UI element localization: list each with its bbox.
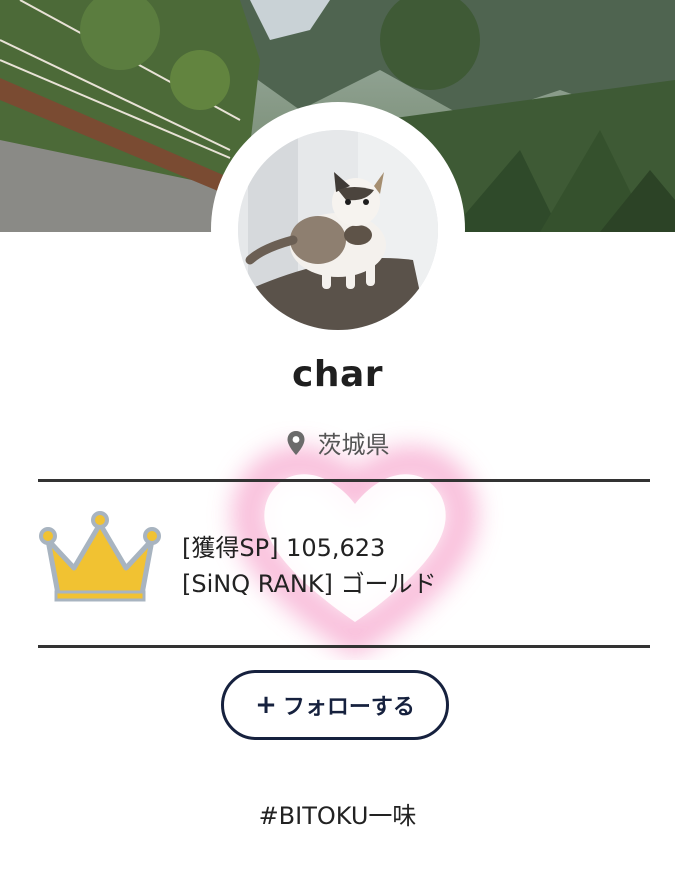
- hashtag[interactable]: #BITOKU一味: [0, 796, 675, 831]
- location: 茨城県: [0, 425, 675, 460]
- sp-label: [獲得SP]: [182, 534, 279, 562]
- profile-page: char 茨城県 [獲得SP] 105,623 [SiNQ RANK] ゴールド…: [0, 0, 675, 871]
- divider: [38, 479, 650, 482]
- rank-label: [SiNQ RANK]: [182, 570, 333, 598]
- plus-icon: +: [255, 690, 277, 720]
- stats-block: [獲得SP] 105,623 [SiNQ RANK] ゴールド: [182, 530, 437, 602]
- sp-value: 105,623: [286, 534, 386, 562]
- rank-value: ゴールド: [340, 570, 437, 598]
- map-pin-icon: [287, 430, 304, 455]
- location-text: 茨城県: [317, 431, 390, 459]
- username: char: [291, 354, 383, 395]
- rank-row: [SiNQ RANK] ゴールド: [182, 566, 437, 602]
- follow-button[interactable]: + フォローする: [221, 670, 449, 740]
- crown-icon: [39, 511, 161, 602]
- sp-row: [獲得SP] 105,623: [182, 530, 437, 566]
- divider: [38, 645, 650, 648]
- avatar[interactable]: [238, 130, 438, 330]
- follow-label: フォローする: [282, 695, 415, 720]
